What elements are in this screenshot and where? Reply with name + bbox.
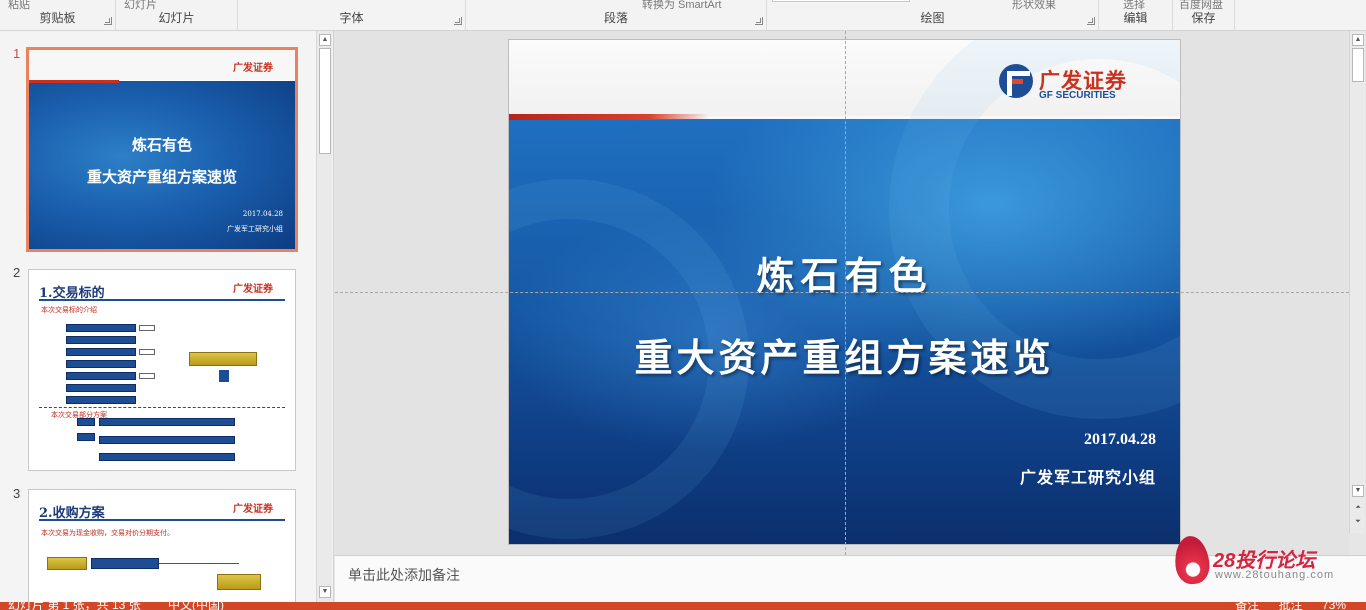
- thumb-bar: [66, 384, 136, 392]
- thumb-title-line1: 炼石有色: [131, 136, 192, 154]
- slide-editing-area[interactable]: 广发证券 GF SECURITIES 炼石有色 重大资产重组方案速览 2017.…: [335, 31, 1349, 555]
- thumb-bar: [99, 418, 235, 426]
- thumb-divider: [39, 407, 285, 408]
- slide-team[interactable]: 广发军工研究小组: [1020, 464, 1156, 488]
- ribbon-group-clipboard: 粘贴 剪贴板: [0, 0, 116, 30]
- zoom-level[interactable]: 73%: [1322, 602, 1346, 610]
- slide-date[interactable]: 2017.04.28: [1084, 431, 1156, 449]
- ribbon: 粘贴 剪贴板 幻灯片 幻灯片 字体 转换为 SmartArt 段落 形状效果 绘…: [0, 0, 1366, 31]
- slide-thumbnail-2[interactable]: 广发证券 1.交易标的 本次交易标的介绍 本次交易部分方案: [28, 269, 296, 471]
- thumb-logo: 广发证券: [233, 504, 273, 515]
- scroll-up-arrow-icon[interactable]: ▲: [1352, 34, 1364, 46]
- previous-slide-icon[interactable]: ⏶: [1352, 503, 1364, 515]
- ribbon-group-font: 字体: [238, 0, 466, 30]
- thumb-gold-box: [47, 557, 87, 570]
- notes-toggle-button[interactable]: 备注: [1235, 602, 1259, 610]
- next-slide-icon[interactable]: ⏷: [1352, 517, 1364, 529]
- slide-thumbnail-3[interactable]: 广发证券 2.收购方案 本次交易为现金收购，交易对价分期支付。: [28, 489, 296, 602]
- vertical-guide[interactable]: [845, 31, 846, 555]
- ribbon-group-editing: 选择 编辑: [1099, 0, 1173, 30]
- thumb-heading-rule: [39, 299, 285, 301]
- thumb-bar: [99, 453, 235, 461]
- scroll-up-arrow-icon[interactable]: ▲: [319, 34, 331, 46]
- ribbon-group-save: 百度网盘 保存: [1173, 0, 1235, 30]
- thumb-bar: [77, 418, 95, 426]
- slide-info: 幻灯片 第 1 张，共 13 张: [8, 602, 141, 610]
- powerpoint-window: 粘贴 剪贴板 幻灯片 幻灯片 字体 转换为 SmartArt 段落 形状效果 绘…: [0, 0, 1366, 610]
- thumb-connector: [159, 563, 239, 564]
- horizontal-guide[interactable]: [335, 292, 1349, 293]
- thumb-bar: [91, 558, 159, 569]
- thumbnail-number: 2: [13, 265, 21, 280]
- watermark-url: www.28touhang.com: [1215, 569, 1335, 581]
- up-arrow-icon: [219, 370, 229, 382]
- thumb-logo: 广发证券: [233, 63, 273, 74]
- slide-thumbnail-pane[interactable]: 1 广发证券 炼石有色 重大资产重组方案速览 2017.04.28 广发军工研究…: [0, 31, 334, 602]
- thumb-logo: 广发证券: [233, 284, 273, 295]
- thumb-bar: [66, 348, 136, 356]
- thumb-note: 本次交易标的介绍: [41, 307, 97, 314]
- dialog-launcher-icon[interactable]: [1087, 17, 1095, 25]
- scroll-down-arrow-icon[interactable]: ▼: [1352, 485, 1364, 497]
- thumb-title-line2: 重大资产重组方案速览: [86, 168, 237, 186]
- site-watermark: 28投行论坛 www.28touhang.com: [1172, 534, 1365, 586]
- status-bar: 幻灯片 第 1 张，共 13 张 中文(中国) 备注 批注 73%: [0, 602, 1366, 610]
- thumb-gold-box: [217, 574, 261, 590]
- thumb-bar: [77, 433, 95, 441]
- thumb-bar: [66, 372, 136, 380]
- status-left: 幻灯片 第 1 张，共 13 张 中文(中国): [8, 602, 224, 610]
- thumb-red-line: [29, 80, 119, 83]
- gf-logo-icon: [999, 64, 1033, 98]
- thumb-team: 广发军工研究小组: [227, 225, 283, 233]
- language-indicator[interactable]: 中文(中国): [168, 602, 224, 610]
- thumb-small-box: [139, 349, 155, 355]
- ribbon-group-paragraph: 转换为 SmartArt 段落: [466, 0, 767, 30]
- flame-logo-icon: [1172, 534, 1212, 586]
- thumb-bar: [66, 324, 136, 332]
- thumb-date: 2017.04.28: [242, 210, 283, 218]
- thumb-small-box: [139, 373, 155, 379]
- thumb-heading-rule: [39, 519, 285, 521]
- dialog-launcher-icon[interactable]: [454, 17, 462, 25]
- dialog-launcher-icon[interactable]: [104, 17, 112, 25]
- ribbon-group-label: 剪贴板: [39, 11, 76, 25]
- thumbnail-number: 1: [13, 46, 21, 61]
- ribbon-group-label: 幻灯片: [158, 11, 195, 25]
- thumb-small-box: [139, 325, 155, 331]
- thumbnail-number: 3: [13, 486, 21, 501]
- ribbon-group-slides: 幻灯片 幻灯片: [116, 0, 238, 30]
- shape-gallery[interactable]: [772, 0, 910, 2]
- thumb-bar: [99, 436, 235, 444]
- gf-securities-logo: 广发证券 GF SECURITIES: [999, 64, 1139, 104]
- ribbon-group-drawing: 形状效果 绘图: [767, 0, 1099, 30]
- editor-scrollbar[interactable]: ▲ ▼ ⏶ ⏷: [1349, 31, 1365, 533]
- scroll-down-arrow-icon[interactable]: ▼: [319, 586, 331, 598]
- notes-placeholder[interactable]: 单击此处添加备注: [348, 565, 460, 585]
- scrollbar-thumb[interactable]: [319, 48, 331, 154]
- status-right: 备注 批注 73%: [1219, 602, 1346, 610]
- slide-red-line: [509, 114, 709, 120]
- dialog-launcher-icon[interactable]: [755, 17, 763, 25]
- comments-toggle-button[interactable]: 批注: [1279, 602, 1303, 610]
- ribbon-group-label: 段落: [603, 11, 628, 25]
- slide-thumbnail-1[interactable]: 广发证券 炼石有色 重大资产重组方案速览 2017.04.28 广发军工研究小组: [26, 47, 298, 252]
- thumb-bar: [66, 336, 136, 344]
- scrollbar-thumb[interactable]: [1352, 48, 1364, 82]
- thumb-gold-box: [189, 352, 257, 366]
- thumbnail-scrollbar[interactable]: ▲ ▼: [316, 31, 332, 602]
- ribbon-group-label: 字体: [339, 11, 364, 25]
- ribbon-group-label: 编辑: [1123, 11, 1148, 25]
- ribbon-group-label: 绘图: [920, 11, 945, 25]
- thumb-bar: [66, 360, 136, 368]
- thumb-bar: [66, 396, 136, 404]
- logo-text-en: GF SECURITIES: [1039, 90, 1116, 101]
- ribbon-group-label: 保存: [1191, 11, 1216, 25]
- thumb-note: 本次交易为现金收购，交易对价分期支付。: [41, 530, 174, 537]
